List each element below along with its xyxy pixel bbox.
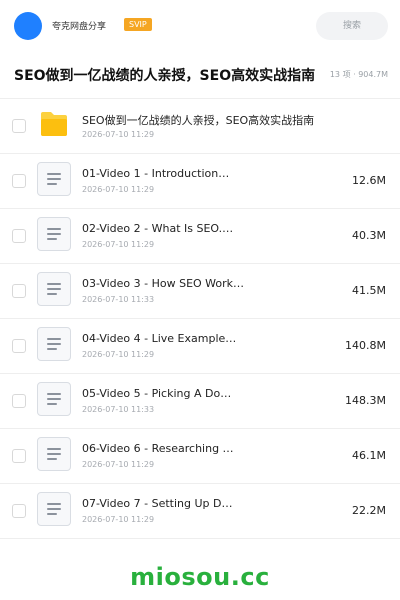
avatar[interactable] — [14, 12, 42, 40]
file-thumb — [37, 162, 71, 196]
file-date: 2026-07-10 11:29 — [82, 130, 155, 139]
file-size: 12.6M — [352, 174, 386, 187]
select-checkbox[interactable] — [12, 119, 26, 133]
file-date: 2026-07-10 11:29 — [82, 460, 155, 469]
file-doc-icon — [37, 162, 71, 196]
folder-thumb — [37, 107, 71, 141]
file-doc-icon — [37, 492, 71, 526]
file-name: 05-Video 5 - Picking A Do… — [82, 387, 232, 400]
file-row[interactable]: 03-Video 3 - How SEO Work… 2026-07-10 11… — [0, 264, 400, 319]
select-checkbox[interactable] — [12, 394, 26, 408]
file-size: 46.1M — [352, 449, 386, 462]
file-doc-icon — [37, 382, 71, 416]
select-checkbox[interactable] — [12, 229, 26, 243]
file-row[interactable]: 05-Video 5 - Picking A Do… 2026-07-10 11… — [0, 374, 400, 429]
file-thumb — [37, 327, 71, 361]
file-size: 40.3M — [352, 229, 386, 242]
file-name: 04-Video 4 - Live Example… — [82, 332, 237, 345]
file-doc-icon — [37, 327, 71, 361]
search-button[interactable]: 搜索 — [316, 12, 388, 40]
file-row[interactable]: 02-Video 2 - What Is SEO.… 2026-07-10 11… — [0, 209, 400, 264]
file-doc-icon — [37, 437, 71, 471]
file-date: 2026-07-10 11:33 — [82, 405, 155, 414]
file-name: 02-Video 2 - What Is SEO.… — [82, 222, 234, 235]
file-name: SEO做到一亿战绩的人亲授，SEO高效实战指南 — [82, 114, 315, 127]
file-name: 07-Video 7 - Setting Up D… — [82, 497, 233, 510]
file-size: 41.5M — [352, 284, 386, 297]
file-thumb — [37, 437, 71, 471]
file-row[interactable]: 07-Video 7 - Setting Up D… 2026-07-10 11… — [0, 484, 400, 539]
select-checkbox[interactable] — [12, 504, 26, 518]
file-name: 06-Video 6 - Researching … — [82, 442, 234, 455]
file-row[interactable]: 04-Video 4 - Live Example… 2026-07-10 11… — [0, 319, 400, 374]
file-thumb — [37, 382, 71, 416]
file-date: 2026-07-10 11:29 — [82, 350, 155, 359]
share-title: SEO做到一亿战绩的人亲授，SEO高效实战指南 — [14, 68, 316, 84]
file-name: 01-Video 1 - Introduction… — [82, 167, 230, 180]
file-size: 22.2M — [352, 504, 386, 517]
file-row[interactable]: 01-Video 1 - Introduction… 2026-07-10 11… — [0, 154, 400, 209]
file-date: 2026-07-10 11:33 — [82, 295, 155, 304]
file-doc-icon — [37, 217, 71, 251]
brand-name: 夸克网盘分享 — [52, 22, 107, 32]
file-thumb — [37, 217, 71, 251]
select-checkbox[interactable] — [12, 284, 26, 298]
watermark: miosou.cc — [130, 563, 270, 591]
folder-icon — [41, 112, 67, 136]
file-date: 2026-07-10 11:29 — [82, 515, 155, 524]
file-doc-icon — [37, 272, 71, 306]
file-date: 2026-07-10 11:29 — [82, 185, 155, 194]
file-thumb — [37, 492, 71, 526]
svip-badge: SVIP — [124, 18, 152, 31]
file-size: 148.3M — [345, 394, 386, 407]
file-row[interactable]: 06-Video 6 - Researching … 2026-07-10 11… — [0, 429, 400, 484]
select-checkbox[interactable] — [12, 174, 26, 188]
file-list: SEO做到一亿战绩的人亲授，SEO高效实战指南 2026-07-10 11:29… — [0, 99, 400, 539]
top-bar: 夸克网盘分享 SVIP 搜索 — [0, 0, 400, 52]
file-name: 03-Video 3 - How SEO Work… — [82, 277, 245, 290]
select-checkbox[interactable] — [12, 449, 26, 463]
file-thumb — [37, 272, 71, 306]
file-size: 140.8M — [345, 339, 386, 352]
share-meta: 13 项 · 904.7M — [329, 70, 388, 79]
share-title-bar: SEO做到一亿战绩的人亲授，SEO高效实战指南 13 项 · 904.7M — [0, 52, 400, 98]
file-date: 2026-07-10 11:29 — [82, 240, 155, 249]
select-checkbox[interactable] — [12, 339, 26, 353]
file-row-folder[interactable]: SEO做到一亿战绩的人亲授，SEO高效实战指南 2026-07-10 11:29 — [0, 99, 400, 154]
